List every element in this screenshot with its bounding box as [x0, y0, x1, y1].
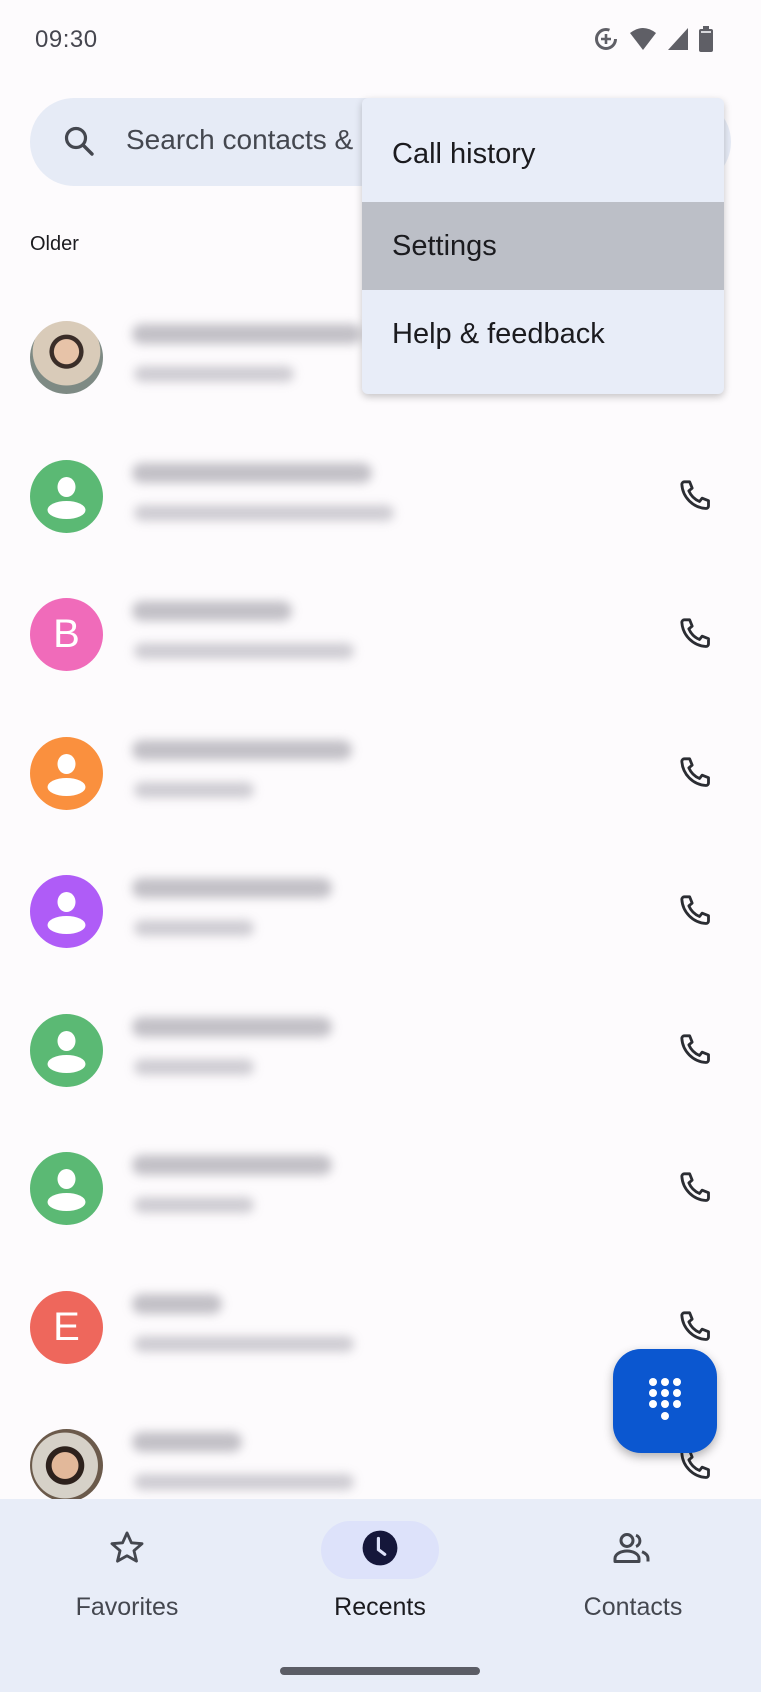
call-button[interactable]	[672, 1026, 720, 1074]
call-details-redacted	[134, 1474, 354, 1490]
call-details-redacted	[134, 1058, 254, 1075]
status-bar: 09:30	[0, 0, 761, 84]
call-log-row[interactable]	[0, 1119, 761, 1257]
person-icon	[47, 1030, 86, 1073]
call-button[interactable]	[672, 610, 720, 658]
data-saver-icon	[593, 26, 619, 52]
nav-label: Contacts	[583, 1593, 683, 1621]
call-button[interactable]	[672, 749, 720, 797]
section-header-older: Older	[30, 233, 79, 255]
call-details-redacted	[134, 643, 354, 659]
call-log-row[interactable]	[0, 704, 761, 842]
call-log-row[interactable]: B	[0, 565, 761, 703]
call-log-row[interactable]	[0, 842, 761, 980]
nav-pill	[574, 1521, 692, 1579]
phone-icon	[680, 618, 710, 648]
contact-avatar[interactable]	[30, 1152, 103, 1225]
overflow-menu: Call history Settings Help & feedback	[362, 98, 724, 394]
menu-item-settings[interactable]: Settings	[362, 202, 724, 290]
contact-name-redacted	[132, 878, 332, 898]
avatar-letter: B	[53, 612, 80, 656]
menu-item-help-feedback[interactable]: Help & feedback	[362, 290, 724, 378]
phone-icon	[680, 756, 710, 787]
contact-photo-avatar[interactable]	[30, 1429, 103, 1502]
contact-name-redacted	[132, 1155, 332, 1175]
cell-signal-icon	[667, 27, 689, 51]
call-log-row[interactable]	[0, 427, 761, 565]
contact-name-redacted	[132, 601, 292, 621]
avatar-letter: E	[53, 1304, 80, 1349]
menu-item-label: Settings	[392, 229, 497, 262]
contact-name-redacted	[132, 1293, 222, 1314]
call-details-redacted	[134, 366, 294, 382]
wifi-icon	[629, 26, 657, 52]
dialpad-button[interactable]	[613, 1349, 717, 1453]
contact-name-redacted	[132, 1432, 242, 1452]
call-button[interactable]	[672, 887, 720, 935]
call-button[interactable]	[672, 1164, 720, 1212]
search-input[interactable]: Search contacts &	[126, 124, 353, 156]
battery-icon	[699, 26, 713, 52]
phone-icon	[680, 1310, 710, 1341]
nav-label: Favorites	[75, 1593, 179, 1621]
menu-item-label: Call history	[392, 137, 536, 170]
status-icons	[593, 26, 713, 52]
contact-name-redacted	[132, 462, 372, 483]
contact-avatar[interactable]	[30, 1013, 103, 1087]
contact-avatar[interactable]	[30, 875, 103, 948]
contact-photo-avatar[interactable]	[30, 321, 103, 394]
nav-pill	[68, 1521, 186, 1579]
phone-icon	[680, 895, 710, 925]
nav-pill-active	[321, 1521, 439, 1579]
nav-label: Recents	[334, 1593, 426, 1621]
menu-item-label: Help & feedback	[392, 317, 605, 350]
phone-icon	[680, 1172, 710, 1202]
people-icon	[612, 1529, 654, 1572]
call-log-row[interactable]	[0, 981, 761, 1119]
call-details-redacted	[134, 920, 254, 936]
call-details-redacted	[134, 1197, 254, 1213]
call-details-redacted	[134, 1335, 354, 1352]
phone-icon	[680, 479, 710, 510]
contact-avatar[interactable]	[30, 459, 103, 533]
menu-item-call-history[interactable]: Call history	[362, 98, 724, 202]
phone-icon	[680, 1033, 710, 1064]
call-details-redacted	[134, 781, 254, 798]
nav-tab-favorites[interactable]: Favorites	[27, 1521, 227, 1622]
bottom-navigation: Favorites Recents Contacts	[0, 1499, 761, 1692]
search-icon	[62, 124, 96, 163]
person-icon	[47, 476, 86, 519]
contact-name-redacted	[132, 324, 362, 344]
star-icon	[108, 1529, 146, 1572]
person-icon	[47, 892, 86, 934]
nav-tab-recents[interactable]: Recents	[280, 1521, 480, 1622]
contact-name-redacted	[132, 739, 352, 760]
person-icon	[47, 753, 86, 796]
clock-icon	[361, 1529, 399, 1572]
home-indicator[interactable]	[280, 1667, 480, 1675]
status-time: 09:30	[35, 26, 98, 53]
call-details-redacted	[134, 504, 394, 521]
call-button[interactable]	[672, 1303, 720, 1351]
person-icon	[47, 1169, 86, 1211]
contact-avatar[interactable]: E	[30, 1290, 103, 1364]
contact-name-redacted	[132, 1016, 332, 1037]
contact-avatar[interactable]: B	[30, 598, 103, 671]
nav-tab-contacts[interactable]: Contacts	[533, 1521, 733, 1622]
call-button[interactable]	[672, 472, 720, 520]
contact-avatar[interactable]	[30, 736, 103, 810]
dialpad-icon	[645, 1376, 685, 1427]
